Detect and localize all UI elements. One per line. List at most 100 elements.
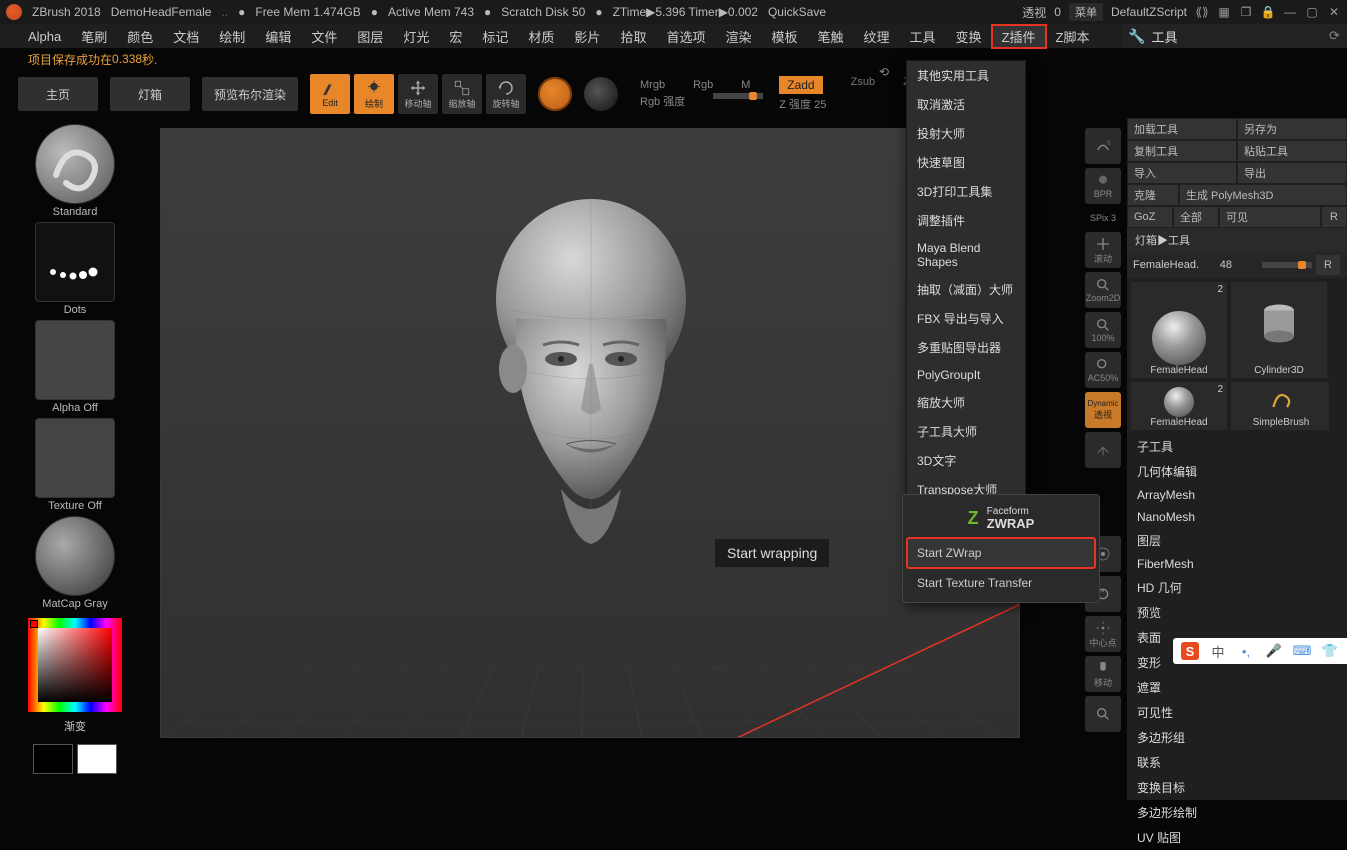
menu-transform[interactable]: 变换: [946, 25, 992, 48]
menu-texture[interactable]: 纹理: [854, 25, 900, 48]
plugin-scale[interactable]: 缩放大师: [907, 388, 1025, 417]
goz-visible-button[interactable]: 可见: [1220, 207, 1320, 227]
paint-mode-icon[interactable]: [584, 77, 618, 111]
grid-icon[interactable]: ▦: [1217, 5, 1231, 19]
zoom3d-button[interactable]: [1085, 696, 1121, 732]
section-subtool[interactable]: 子工具: [1127, 434, 1347, 459]
scroll-button[interactable]: 滚动: [1085, 232, 1121, 268]
section-arraymesh[interactable]: ArrayMesh: [1127, 484, 1347, 506]
m-toggle[interactable]: M: [741, 79, 750, 91]
menu-draw[interactable]: 绘制: [209, 25, 255, 48]
center-button[interactable]: 中心点: [1085, 616, 1121, 652]
persp-button[interactable]: Dynamic透视: [1085, 392, 1121, 428]
export-button[interactable]: 导出: [1238, 163, 1346, 183]
half-size-button[interactable]: AC50%: [1085, 352, 1121, 388]
section-uvmap[interactable]: UV 贴图: [1127, 825, 1347, 850]
tool-femalehead-2[interactable]: 2 FemaleHead: [1131, 382, 1227, 430]
curve-snap-icon[interactable]: S: [1085, 128, 1121, 164]
ime-toolbar[interactable]: S 中 •, 🎤 ⌨ 👕: [1173, 638, 1347, 664]
plugin-deactivate[interactable]: 取消激活: [907, 90, 1025, 119]
menu-zscript[interactable]: Z脚本: [1046, 25, 1100, 48]
menu-alpha[interactable]: Alpha: [18, 27, 71, 46]
menu-button[interactable]: 菜单: [1069, 3, 1103, 21]
load-tool-button[interactable]: 加载工具: [1128, 119, 1236, 139]
goz-all-button[interactable]: 全部: [1174, 207, 1218, 227]
menu-tool[interactable]: 工具: [900, 25, 946, 48]
edit-mode-button[interactable]: Edit: [310, 74, 350, 114]
plugin-subtool[interactable]: 子工具大师: [907, 417, 1025, 446]
rgb-intensity-slider[interactable]: [713, 93, 763, 99]
sculpt-mode-icon[interactable]: [538, 77, 572, 111]
ime-punct-icon[interactable]: •,: [1237, 642, 1255, 660]
copy-tool-button[interactable]: 复制工具: [1128, 141, 1236, 161]
home-button[interactable]: 主页: [18, 77, 98, 111]
layers-icon[interactable]: ❐: [1239, 5, 1253, 19]
quicksave-button[interactable]: QuickSave: [768, 5, 826, 19]
zsub-toggle[interactable]: Zsub: [851, 76, 875, 94]
texture-selector[interactable]: Texture Off: [30, 418, 120, 512]
maximize-icon[interactable]: ▢: [1305, 5, 1319, 19]
draw-mode-button[interactable]: 绘制: [354, 74, 394, 114]
scale-axis-button[interactable]: 缩放轴: [442, 74, 482, 114]
tool-cylinder3d[interactable]: Cylinder3D: [1231, 282, 1327, 378]
plugin-3dtext[interactable]: 3D文字: [907, 446, 1025, 475]
tool-simplebrush[interactable]: SimpleBrush: [1233, 382, 1329, 430]
menu-marker[interactable]: 标记: [472, 25, 518, 48]
section-masking[interactable]: 遮罩: [1127, 675, 1347, 700]
menu-zplugin[interactable]: Z插件: [992, 25, 1046, 48]
alpha-selector[interactable]: Alpha Off: [30, 320, 120, 414]
plugin-maya-blend[interactable]: Maya Blend Shapes: [907, 235, 1025, 275]
paste-tool-button[interactable]: 粘贴工具: [1238, 141, 1346, 161]
refresh-icon[interactable]: ⟳: [1329, 28, 1347, 44]
section-preview[interactable]: 预览: [1127, 600, 1347, 625]
color-picker[interactable]: [28, 618, 122, 712]
ime-lang-button[interactable]: 中: [1209, 642, 1227, 660]
menu-edit[interactable]: 编辑: [255, 25, 301, 48]
actual-size-button[interactable]: 100%: [1085, 312, 1121, 348]
import-button[interactable]: 导入: [1128, 163, 1236, 183]
lightbox-button[interactable]: 灯箱: [110, 77, 190, 111]
gen-polymesh-button[interactable]: 生成 PolyMesh3D: [1180, 185, 1346, 205]
ime-logo-icon[interactable]: S: [1181, 642, 1199, 660]
viewport[interactable]: [160, 128, 1020, 738]
goz-r-button[interactable]: R: [1322, 207, 1346, 227]
section-polygroups[interactable]: 多边形组: [1127, 725, 1347, 750]
goz-button[interactable]: GoZ: [1128, 207, 1172, 227]
section-nanomesh[interactable]: NanoMesh: [1127, 506, 1347, 528]
swatch-white[interactable]: [77, 744, 117, 774]
plugin-3dprint[interactable]: 3D打印工具集: [907, 177, 1025, 206]
menu-brush[interactable]: 笔刷: [71, 25, 117, 48]
menu-render[interactable]: 渲染: [715, 25, 761, 48]
section-morph[interactable]: 变换目标: [1127, 775, 1347, 800]
zadd-toggle[interactable]: Zadd: [779, 76, 822, 94]
lightbox-tool-header[interactable]: 灯箱▶工具: [1127, 228, 1347, 252]
brush-selector[interactable]: Standard: [30, 124, 120, 218]
floor-button[interactable]: [1085, 432, 1121, 468]
plugin-decimation[interactable]: 抽取（减面）大师: [907, 275, 1025, 304]
section-contact[interactable]: 联系: [1127, 750, 1347, 775]
plugin-misc[interactable]: 其他实用工具: [907, 61, 1025, 90]
clone-button[interactable]: 克隆: [1128, 185, 1178, 205]
preview-bool-button[interactable]: 预览布尔渲染: [202, 77, 298, 111]
menu-file[interactable]: 文件: [301, 25, 347, 48]
plugin-polygroupit[interactable]: PolyGroupIt: [907, 362, 1025, 388]
menu-color[interactable]: 颜色: [117, 25, 163, 48]
mrgb-toggle[interactable]: Mrgb: [640, 79, 665, 91]
plugin-fbx[interactable]: FBX 导出与导入: [907, 304, 1025, 333]
section-visibility[interactable]: 可见性: [1127, 700, 1347, 725]
start-texture-transfer-button[interactable]: Start Texture Transfer: [907, 568, 1095, 598]
move-view-button[interactable]: 移动: [1085, 656, 1121, 692]
menu-document[interactable]: 文档: [163, 25, 209, 48]
section-geometry[interactable]: 几何体编辑: [1127, 459, 1347, 484]
menu-material[interactable]: 材质: [518, 25, 564, 48]
plugin-projection[interactable]: 投射大师: [907, 119, 1025, 148]
menu-stroke[interactable]: 笔触: [808, 25, 854, 48]
menu-picker[interactable]: 拾取: [610, 25, 656, 48]
start-zwrap-button[interactable]: Start ZWrap: [907, 538, 1095, 568]
rgb-toggle[interactable]: Rgb: [693, 79, 713, 91]
ruler-icon[interactable]: ⟪⟫: [1195, 5, 1209, 19]
rotate-axis-button[interactable]: 旋转轴: [486, 74, 526, 114]
ime-skin-icon[interactable]: 👕: [1321, 642, 1339, 660]
menu-layer[interactable]: 图层: [347, 25, 393, 48]
plugin-quicksketch[interactable]: 快速草图: [907, 148, 1025, 177]
